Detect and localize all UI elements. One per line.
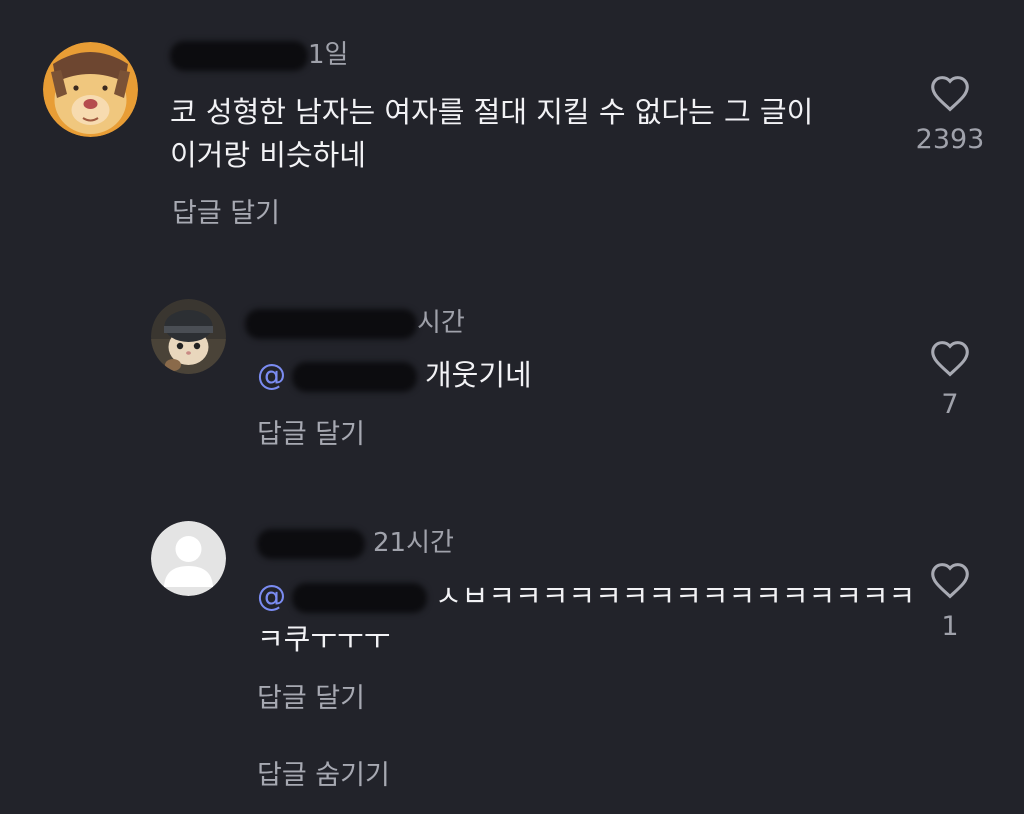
heart-outline-icon (931, 76, 969, 112)
comment-text-line: 이거랑 비슷하네 (170, 138, 366, 172)
comment-time: 21시간 (373, 528, 454, 558)
comment-meta: 시간 (245, 302, 465, 339)
comment-text: 코 성형한 남자는 여자를 절대 지킬 수 없다는 그 글이 이거랑 비슷하네 (170, 91, 813, 177)
comment-text: @ 개웃기네 (257, 354, 532, 397)
dog-face-avatar[interactable] (43, 42, 138, 137)
default-user-avatar[interactable] (151, 521, 226, 596)
comment-meta: 1일 (170, 34, 348, 71)
redacted-username (257, 528, 365, 559)
like-count: 7 (941, 389, 959, 420)
heart-outline-icon (931, 563, 969, 599)
comment-text-line: ㅅㅂㅋㅋㅋㅋㅋㅋㅋㅋㅋㅋㅋㅋㅋㅋㅋㅋ (435, 579, 916, 613)
hide-replies-button[interactable]: 답글 숨기기 (257, 753, 390, 792)
like-button[interactable]: 1 (912, 561, 988, 642)
cat-helmet-avatar[interactable] (151, 299, 226, 374)
like-count: 1 (941, 611, 959, 642)
comment-text-line: 코 성형한 남자는 여자를 절대 지킬 수 없다는 그 글이 (170, 95, 814, 129)
comment-text-line: 개웃기네 (425, 358, 532, 392)
mention-link[interactable]: @ (257, 579, 286, 613)
comment-time: 시간 (417, 308, 465, 338)
reply-button[interactable]: 답글 달기 (257, 676, 365, 715)
comment-text: @ ㅅㅂㅋㅋㅋㅋㅋㅋㅋㅋㅋㅋㅋㅋㅋㅋㅋㅋ ㅋ쿠ㅜㅜㅜ (257, 575, 915, 661)
like-button[interactable]: 7 (912, 339, 988, 420)
redacted-mention (292, 583, 427, 613)
like-button[interactable]: 2393 (912, 74, 988, 155)
redacted-username (170, 40, 308, 71)
reply-button[interactable]: 답글 달기 (257, 412, 365, 451)
mention-link[interactable]: @ (257, 358, 286, 392)
reply-button[interactable]: 답글 달기 (172, 191, 280, 230)
comment-time: 1일 (308, 40, 349, 70)
heart-outline-icon (931, 341, 969, 377)
redacted-username (245, 308, 417, 339)
comment-text-line: ㅋ쿠ㅜㅜㅜ (257, 622, 391, 656)
comment-meta: 21시간 (257, 522, 454, 559)
like-count: 2393 (915, 124, 985, 155)
redacted-mention (292, 362, 417, 392)
